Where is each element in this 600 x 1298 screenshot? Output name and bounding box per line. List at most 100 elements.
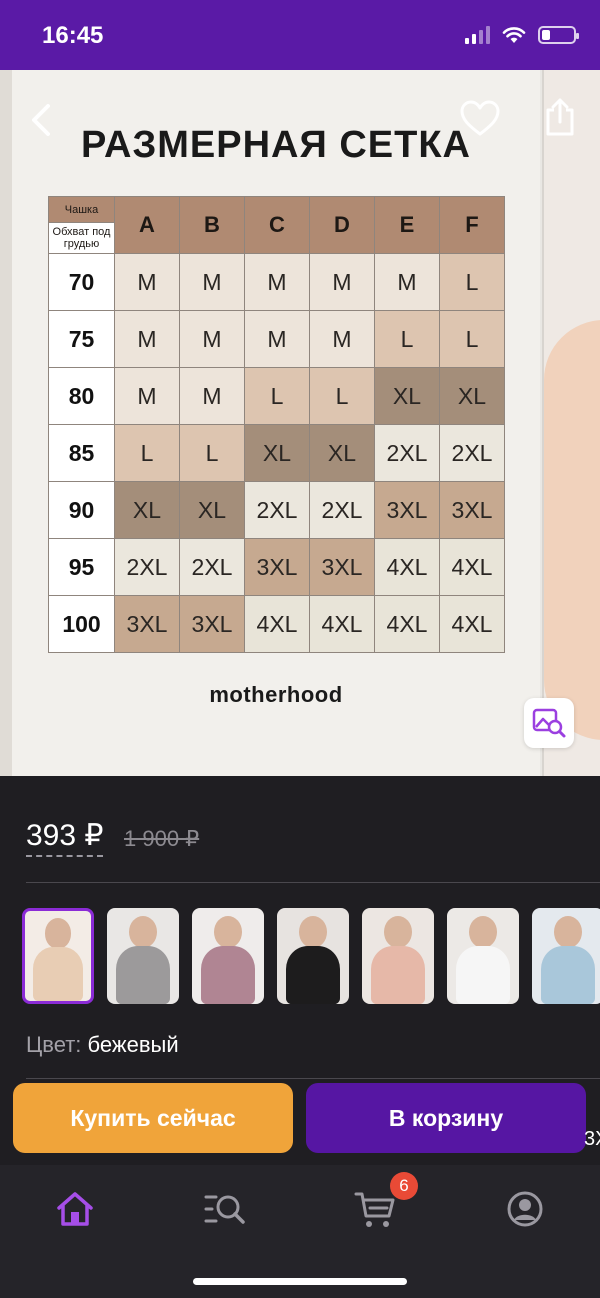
color-variant-thumbnails — [22, 908, 600, 1004]
band-size: 100 — [48, 595, 115, 653]
cup-header: D — [309, 196, 375, 254]
current-price[interactable]: 393 ₽ — [26, 818, 104, 857]
visual-search-button[interactable] — [524, 698, 574, 748]
color-label: Цвет: — [26, 1032, 82, 1057]
buy-now-button[interactable]: Купить сейчас — [13, 1083, 293, 1153]
size-cell: 4XL — [374, 538, 440, 596]
size-chart-row: 100 3XL 3XL 4XL 4XL 4XL 4XL — [48, 595, 505, 653]
size-cell: XL — [244, 424, 310, 482]
band-size: 85 — [48, 424, 115, 482]
gallery-prev-image — [0, 70, 12, 776]
color-variant-5[interactable] — [362, 908, 434, 1004]
size-cell: M — [179, 367, 245, 425]
size-cell: 2XL — [179, 538, 245, 596]
size-cell: 4XL — [439, 595, 505, 653]
size-chart-image[interactable]: РАЗМЕРНАЯ СЕТКА Чашка Обхват под грудью A B… — [12, 70, 540, 776]
size-cell: XL — [114, 481, 180, 539]
color-variant-2[interactable] — [107, 908, 179, 1004]
home-icon — [57, 1192, 93, 1226]
band-size: 90 — [48, 481, 115, 539]
status-icons — [465, 26, 579, 44]
size-chart-row: 90 XL XL 2XL 2XL 3XL 3XL — [48, 481, 505, 539]
size-cell: 3XL — [244, 538, 310, 596]
old-price: 1 900 ₽ — [124, 826, 200, 851]
status-time: 16:45 — [42, 22, 104, 49]
size-cell: M — [114, 310, 180, 368]
size-cell: XL — [439, 367, 505, 425]
product-gallery[interactable]: РАЗМЕРНАЯ СЕТКА Чашка Обхват под грудью A B… — [0, 70, 600, 776]
tab-home[interactable] — [50, 1187, 100, 1231]
size-cell: M — [179, 310, 245, 368]
size-cell: 2XL — [309, 481, 375, 539]
color-variant-7[interactable] — [532, 908, 600, 1004]
size-chart-row: 85 L L XL XL 2XL 2XL — [48, 424, 505, 482]
favorite-heart-icon[interactable] — [458, 98, 502, 138]
size-cell: 4XL — [374, 595, 440, 653]
size-cell: L — [179, 424, 245, 482]
size-cell: 3XL — [374, 481, 440, 539]
size-cell: 2XL — [374, 424, 440, 482]
color-variant-6[interactable] — [447, 908, 519, 1004]
size-cell: L — [244, 367, 310, 425]
color-value: бежевый — [87, 1032, 179, 1057]
size-cell: 3XL — [309, 538, 375, 596]
signal-icon — [465, 26, 490, 44]
band-size: 95 — [48, 538, 115, 596]
color-variant-1[interactable] — [22, 908, 94, 1004]
size-cell: M — [309, 253, 375, 311]
tab-profile[interactable] — [500, 1187, 550, 1231]
divider — [26, 1078, 600, 1079]
color-variant-3[interactable] — [192, 908, 264, 1004]
add-to-cart-button[interactable]: В корзину — [306, 1083, 586, 1153]
home-indicator — [193, 1278, 407, 1285]
cart-count-badge: 6 — [390, 1172, 418, 1200]
size-cell: 2XL — [439, 424, 505, 482]
size-chart-row: 70 M M M M M L — [48, 253, 505, 311]
size-cell: 4XL — [439, 538, 505, 596]
catalog-search-icon — [204, 1195, 245, 1224]
size-cell: M — [244, 253, 310, 311]
cup-header: F — [439, 196, 505, 254]
size-cell: M — [309, 310, 375, 368]
size-cell: L — [114, 424, 180, 482]
peek-text: 3Х — [584, 1128, 600, 1150]
size-cell: 4XL — [244, 595, 310, 653]
size-chart-table: Чашка Обхват под грудью A B C D E F 70 M M M M M L 75 M M… — [48, 196, 505, 653]
size-cell: M — [374, 253, 440, 311]
image-search-icon — [532, 708, 566, 738]
brand-logo: motherhood — [209, 682, 343, 707]
cup-header: B — [179, 196, 245, 254]
band-size: 70 — [48, 253, 115, 311]
cup-header: E — [374, 196, 440, 254]
corner-cup-label: Чашка — [49, 197, 114, 223]
corner-band-label: Обхват под грудью — [49, 223, 114, 253]
tab-catalog[interactable] — [200, 1187, 250, 1231]
size-chart-corner: Чашка Обхват под грудью — [48, 196, 115, 254]
divider — [26, 882, 600, 883]
size-chart-row: 95 2XL 2XL 3XL 3XL 4XL 4XL — [48, 538, 505, 596]
size-cell: 3XL — [179, 595, 245, 653]
status-bar: 16:45 — [0, 0, 600, 70]
profile-icon — [507, 1191, 543, 1227]
share-icon[interactable] — [540, 96, 580, 138]
size-cell: 4XL — [309, 595, 375, 653]
size-chart-row: 80 M M L L XL XL — [48, 367, 505, 425]
size-cell: M — [114, 367, 180, 425]
size-cell: 3XL — [114, 595, 180, 653]
size-cell: L — [309, 367, 375, 425]
selected-color: Цвет: бежевый — [26, 1032, 179, 1058]
size-cell: L — [439, 310, 505, 368]
size-cell: XL — [309, 424, 375, 482]
cup-header: C — [244, 196, 310, 254]
size-cell: 3XL — [439, 481, 505, 539]
size-cell: M — [244, 310, 310, 368]
wifi-icon — [502, 27, 526, 43]
band-size: 75 — [48, 310, 115, 368]
size-cell: XL — [374, 367, 440, 425]
size-cell: L — [374, 310, 440, 368]
back-icon[interactable] — [24, 100, 60, 140]
size-cell: L — [439, 253, 505, 311]
color-variant-4[interactable] — [277, 908, 349, 1004]
size-chart-row: 75 M M M M L L — [48, 310, 505, 368]
gallery-next-image — [542, 70, 600, 776]
